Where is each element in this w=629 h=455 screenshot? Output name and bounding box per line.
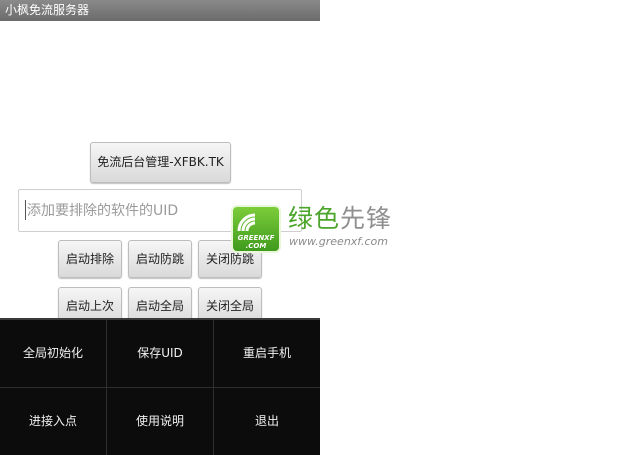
menu-item-save-uid[interactable]: 保存UID <box>107 320 213 387</box>
app-title-bar: 小枫免流服务器 <box>0 0 320 21</box>
watermark-title-gray: 先锋 <box>340 204 393 233</box>
menu-item-instructions[interactable]: 使用说明 <box>107 388 213 455</box>
options-menu: 全局初始化 保存UID 重启手机 进接入点 使用说明 退出 <box>0 318 320 455</box>
menu-item-reboot-phone[interactable]: 重启手机 <box>214 320 320 387</box>
start-exclude-button[interactable]: 启动排除 <box>58 240 122 278</box>
watermark-logo-text: GREENXF .COM <box>237 234 275 250</box>
menu-divider <box>0 387 320 388</box>
start-antijump-button[interactable]: 启动防跳 <box>128 240 192 278</box>
watermark-logo: GREENXF .COM <box>231 205 281 253</box>
menu-item-access-point[interactable]: 进接入点 <box>0 388 106 455</box>
screenshot-canvas: 小枫免流服务器 免流后台管理-XFBK.TK 启动排除 启动防跳 关闭防跳 启动… <box>0 0 629 455</box>
admin-panel-button[interactable]: 免流后台管理-XFBK.TK <box>90 142 231 183</box>
app-title: 小枫免流服务器 <box>5 3 90 17</box>
watermark-title-green: 绿色 <box>288 204 341 233</box>
text-cursor <box>25 200 26 220</box>
watermark-title: 绿色先锋 <box>288 204 392 234</box>
watermark-url: www.greenxf.com <box>289 235 388 248</box>
menu-item-global-init[interactable]: 全局初始化 <box>0 320 106 387</box>
menu-item-exit[interactable]: 退出 <box>214 388 320 455</box>
